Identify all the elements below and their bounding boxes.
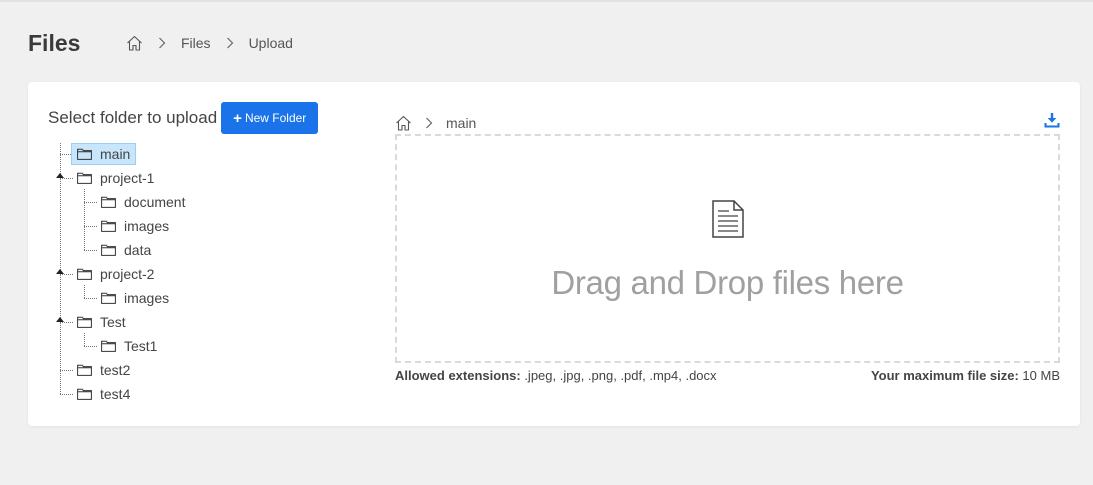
- tree-node-label: images: [124, 218, 170, 234]
- tree-node-label: data: [124, 242, 152, 258]
- max-file-size-label: Your maximum file size:: [870, 368, 1019, 383]
- new-folder-label: New Folder: [244, 111, 307, 125]
- plus-icon: +: [233, 109, 242, 127]
- collapse-toggle-icon[interactable]: [56, 173, 64, 178]
- home-icon[interactable]: [395, 115, 412, 131]
- current-folder-label: main: [446, 115, 477, 131]
- tree-node-test[interactable]: Test: [72, 311, 131, 333]
- tree-node-test4[interactable]: test4: [72, 383, 135, 405]
- allowed-extensions-label: Allowed extensions:: [395, 368, 521, 383]
- folder-icon: [77, 364, 92, 376]
- tree-node-images[interactable]: images: [96, 287, 174, 309]
- tree-node-label: project-1: [100, 170, 155, 186]
- tree-node-main[interactable]: main: [71, 143, 137, 165]
- folder-icon: [101, 220, 116, 232]
- tree-connector: [84, 285, 85, 298]
- folder-icon: [101, 340, 116, 352]
- download-icon[interactable]: [1044, 112, 1060, 133]
- drop-zone[interactable]: Drag and Drop files here: [395, 134, 1060, 363]
- tree-node-document[interactable]: document: [96, 191, 190, 213]
- tree-node-test1[interactable]: Test1: [96, 335, 162, 357]
- folder-select-header: Select folder to upload + New Folder: [48, 102, 319, 134]
- top-divider: [0, 0, 1093, 2]
- breadcrumb-item-files[interactable]: Files: [181, 35, 211, 51]
- tree-node-label: document: [124, 194, 186, 210]
- collapse-toggle-icon[interactable]: [56, 269, 64, 274]
- folder-icon: [77, 148, 92, 160]
- breadcrumb: Files Upload: [126, 34, 293, 52]
- drop-zone-text: Drag and Drop files here: [551, 264, 904, 301]
- breadcrumb-item-upload: Upload: [248, 35, 293, 51]
- max-file-size: Your maximum file size: 10 MB: [871, 368, 1060, 383]
- tree-node-label: Test1: [124, 338, 158, 354]
- chevron-right-icon: [158, 37, 166, 49]
- tree-node-label: images: [124, 290, 170, 306]
- folder-icon: [77, 268, 92, 280]
- tree-node-test2[interactable]: test2: [72, 359, 135, 381]
- allowed-extensions-value: .jpeg, .jpg, .png, .pdf, .mp4, .docx: [520, 368, 717, 383]
- folder-icon: [101, 292, 116, 304]
- folder-icon: [77, 172, 92, 184]
- tree-node-label: main: [100, 146, 131, 162]
- new-folder-button[interactable]: + New Folder: [221, 102, 319, 134]
- chevron-right-icon: [425, 117, 433, 129]
- tree-node-data[interactable]: data: [96, 239, 156, 261]
- select-folder-label: Select folder to upload: [48, 108, 218, 127]
- tree-node-project-2[interactable]: project-2: [72, 263, 159, 285]
- page-title: Files: [28, 30, 81, 56]
- folder-icon: [101, 196, 116, 208]
- folder-icon: [77, 388, 92, 400]
- current-path: main: [395, 114, 476, 132]
- collapse-toggle-icon[interactable]: [56, 317, 64, 322]
- tree-connector: [84, 333, 85, 346]
- tree-node-label: Test: [100, 314, 126, 330]
- chevron-right-icon: [226, 37, 234, 49]
- folder-icon: [101, 244, 116, 256]
- tree-node-label: test2: [100, 362, 131, 378]
- tree-node-label: project-2: [100, 266, 155, 282]
- tree-node-images[interactable]: images: [96, 215, 174, 237]
- document-icon: [712, 200, 744, 243]
- folder-icon: [77, 316, 92, 328]
- tree-node-project-1[interactable]: project-1: [72, 167, 159, 189]
- home-icon[interactable]: [126, 35, 143, 51]
- tree-node-label: test4: [100, 386, 131, 402]
- tree-connector: [84, 189, 85, 250]
- max-file-size-value: 10 MB: [1018, 368, 1060, 383]
- allowed-extensions: Allowed extensions: .jpeg, .jpg, .png, .…: [395, 368, 717, 383]
- upload-card: Select folder to upload + New Folder mai…: [28, 82, 1080, 426]
